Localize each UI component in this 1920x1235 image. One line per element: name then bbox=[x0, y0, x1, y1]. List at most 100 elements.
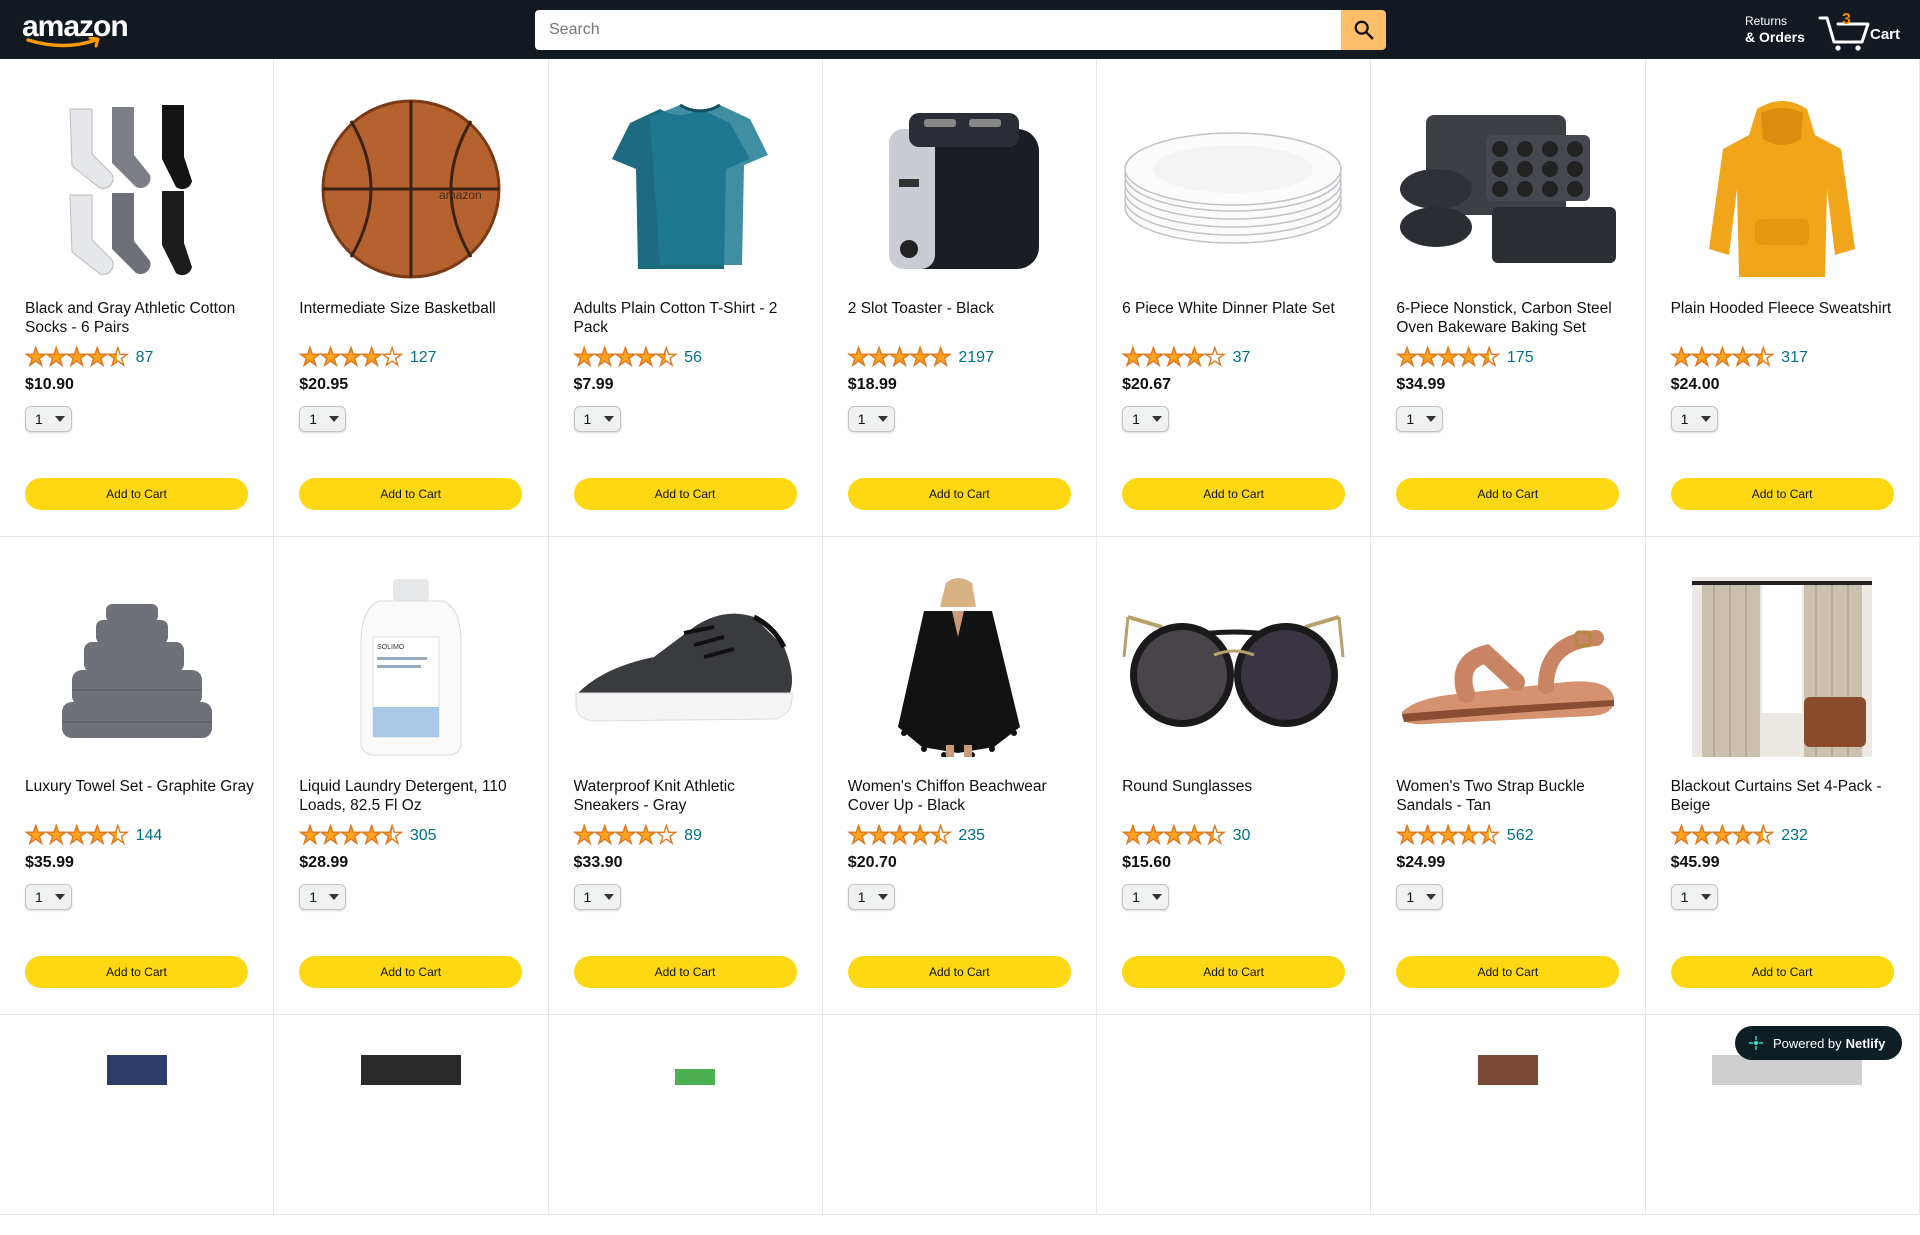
review-count-link[interactable]: 175 bbox=[1507, 349, 1534, 367]
product-rating[interactable]: ★★★★★★★★★★ 317 bbox=[1670, 345, 1808, 370]
product-image[interactable] bbox=[1122, 577, 1345, 757]
product-title[interactable]: 6-Piece Nonstick, Carbon Steel Oven Bake… bbox=[1396, 299, 1626, 337]
product-title[interactable]: Round Sunglasses bbox=[1122, 777, 1352, 796]
product-image[interactable] bbox=[1671, 577, 1894, 757]
quantity-select[interactable]: 1 bbox=[299, 884, 347, 910]
product-image[interactable] bbox=[574, 99, 797, 279]
product-title[interactable]: Liquid Laundry Detergent, 110 Loads, 82.… bbox=[299, 777, 529, 815]
product-image[interactable]: amazon bbox=[299, 99, 522, 279]
product-rating[interactable]: ★★★★★★★★★★ 89 bbox=[573, 823, 702, 848]
product-rating[interactable]: ★★★★★★★★★★ 175 bbox=[1396, 345, 1534, 370]
add-to-cart-button[interactable]: Add to Cart bbox=[25, 478, 248, 510]
product-image[interactable] bbox=[25, 577, 248, 757]
add-to-cart-button[interactable]: Add to Cart bbox=[299, 956, 523, 988]
chevron-down-icon bbox=[1700, 416, 1711, 422]
add-to-cart-button[interactable]: Add to Cart bbox=[299, 478, 523, 510]
product-image[interactable] bbox=[299, 1055, 522, 1235]
product-price: $33.90 bbox=[573, 854, 623, 871]
add-to-cart-button[interactable]: Add to Cart bbox=[1122, 956, 1346, 988]
add-to-cart-button[interactable]: Add to Cart bbox=[1122, 478, 1346, 510]
product-title[interactable]: Adults Plain Cotton T-Shirt - 2 Pack bbox=[574, 299, 804, 337]
product-title[interactable]: Women's Two Strap Buckle Sandals - Tan bbox=[1396, 777, 1626, 815]
add-to-cart-button[interactable]: Add to Cart bbox=[573, 478, 797, 510]
quantity-select[interactable]: 1 bbox=[1396, 406, 1444, 432]
product-image[interactable] bbox=[1122, 99, 1345, 279]
review-count-link[interactable]: 87 bbox=[136, 349, 154, 367]
review-count-link[interactable]: 89 bbox=[684, 827, 702, 845]
quantity-select[interactable]: 1 bbox=[25, 884, 72, 910]
product-title[interactable]: Women's Chiffon Beachwear Cover Up - Bla… bbox=[848, 777, 1078, 815]
add-to-cart-button[interactable]: Add to Cart bbox=[1396, 478, 1620, 510]
product-title[interactable]: Intermediate Size Basketball bbox=[299, 299, 529, 318]
product-image[interactable] bbox=[1396, 577, 1619, 757]
product-title[interactable]: Black and Gray Athletic Cotton Socks - 6… bbox=[25, 299, 255, 337]
review-count-link[interactable]: 144 bbox=[136, 827, 163, 845]
product-title[interactable]: Luxury Towel Set - Graphite Gray bbox=[25, 777, 255, 796]
product-image[interactable] bbox=[848, 99, 1071, 279]
product-image[interactable]: SOLIMO bbox=[299, 577, 522, 757]
product-title[interactable]: Plain Hooded Fleece Sweatshirt bbox=[1671, 299, 1901, 318]
add-to-cart-button[interactable]: Add to Cart bbox=[573, 956, 797, 988]
review-count-link[interactable]: 2197 bbox=[958, 349, 994, 367]
quantity-select[interactable]: 1 bbox=[1396, 884, 1444, 910]
cart-link[interactable]: 3 Cart bbox=[1818, 10, 1904, 51]
product-rating[interactable]: ★★★★★★★★★★ 232 bbox=[1670, 823, 1808, 848]
quantity-select[interactable]: 1 bbox=[573, 884, 621, 910]
product-image[interactable] bbox=[1122, 1055, 1345, 1235]
product-image[interactable] bbox=[1671, 1055, 1894, 1235]
review-count-link[interactable]: 317 bbox=[1781, 349, 1808, 367]
product-title[interactable]: 2 Slot Toaster - Black bbox=[848, 299, 1078, 318]
quantity-select[interactable]: 1 bbox=[847, 406, 895, 432]
product-rating[interactable]: ★★★★★★★★★★ 144 bbox=[24, 823, 163, 848]
product-rating[interactable]: ★★★★★★★★★★ 562 bbox=[1396, 823, 1534, 848]
add-to-cart-button[interactable]: Add to Cart bbox=[1670, 478, 1894, 510]
quantity-select[interactable]: 1 bbox=[847, 884, 895, 910]
product-rating[interactable]: ★★★★★ ★★★★★ 2197 bbox=[847, 345, 994, 370]
quantity-select[interactable]: 1 bbox=[573, 406, 621, 432]
review-count-link[interactable]: 232 bbox=[1781, 827, 1808, 845]
quantity-select[interactable]: 1 bbox=[299, 406, 347, 432]
search-button[interactable] bbox=[1341, 10, 1386, 50]
product-title[interactable]: Blackout Curtains Set 4-Pack - Beige bbox=[1671, 777, 1901, 815]
review-count-link[interactable]: 235 bbox=[958, 827, 985, 845]
product-rating[interactable]: ★★★★★★★★★★ 127 bbox=[299, 345, 437, 370]
product-image[interactable] bbox=[1396, 1055, 1619, 1235]
product-rating[interactable]: ★★★★★★★★★★ 56 bbox=[573, 345, 702, 370]
netlify-badge[interactable]: Powered by Netlify bbox=[1735, 1026, 1902, 1060]
review-count-link[interactable]: 562 bbox=[1507, 827, 1534, 845]
product-price: $10.90 bbox=[25, 376, 74, 393]
review-count-link[interactable]: 305 bbox=[410, 827, 437, 845]
review-count-link[interactable]: 127 bbox=[410, 349, 437, 367]
product-image[interactable] bbox=[25, 1055, 248, 1235]
add-to-cart-button[interactable]: Add to Cart bbox=[847, 478, 1071, 510]
product-rating[interactable]: ★★★★★★★★★★ 37 bbox=[1121, 345, 1251, 370]
add-to-cart-button[interactable]: Add to Cart bbox=[1396, 956, 1620, 988]
add-to-cart-button[interactable]: Add to Cart bbox=[1670, 956, 1894, 988]
search-input[interactable] bbox=[535, 10, 1341, 50]
returns-orders-link[interactable]: Returns & Orders bbox=[1745, 13, 1805, 45]
product-image[interactable] bbox=[848, 1055, 1071, 1235]
quantity-select[interactable]: 1 bbox=[1122, 406, 1170, 432]
product-title[interactable]: 6 Piece White Dinner Plate Set bbox=[1122, 299, 1352, 318]
amazon-logo[interactable]: amazon bbox=[22, 11, 129, 48]
product-image[interactable] bbox=[848, 577, 1071, 757]
add-to-cart-button[interactable]: Add to Cart bbox=[847, 956, 1071, 988]
product-rating[interactable]: ★★★★★★★★★★ 30 bbox=[1121, 823, 1251, 848]
product-image[interactable] bbox=[1396, 99, 1619, 279]
quantity-select[interactable]: 1 bbox=[1122, 884, 1170, 910]
product-image[interactable] bbox=[25, 99, 248, 279]
product-image[interactable] bbox=[1671, 99, 1894, 279]
product-rating[interactable]: ★★★★★★★★★★ 87 bbox=[24, 345, 154, 370]
add-to-cart-button[interactable]: Add to Cart bbox=[25, 956, 248, 988]
product-image[interactable] bbox=[574, 577, 797, 757]
quantity-select[interactable]: 1 bbox=[25, 406, 72, 432]
review-count-link[interactable]: 37 bbox=[1233, 349, 1251, 367]
product-image[interactable] bbox=[574, 1055, 797, 1235]
product-title[interactable]: Waterproof Knit Athletic Sneakers - Gray bbox=[574, 777, 804, 815]
review-count-link[interactable]: 56 bbox=[684, 349, 702, 367]
quantity-select[interactable]: 1 bbox=[1670, 884, 1718, 910]
quantity-select[interactable]: 1 bbox=[1670, 406, 1718, 432]
product-rating[interactable]: ★★★★★★★★★★ 235 bbox=[847, 823, 985, 848]
review-count-link[interactable]: 30 bbox=[1233, 827, 1251, 845]
product-rating[interactable]: ★★★★★★★★★★ 305 bbox=[299, 823, 437, 848]
